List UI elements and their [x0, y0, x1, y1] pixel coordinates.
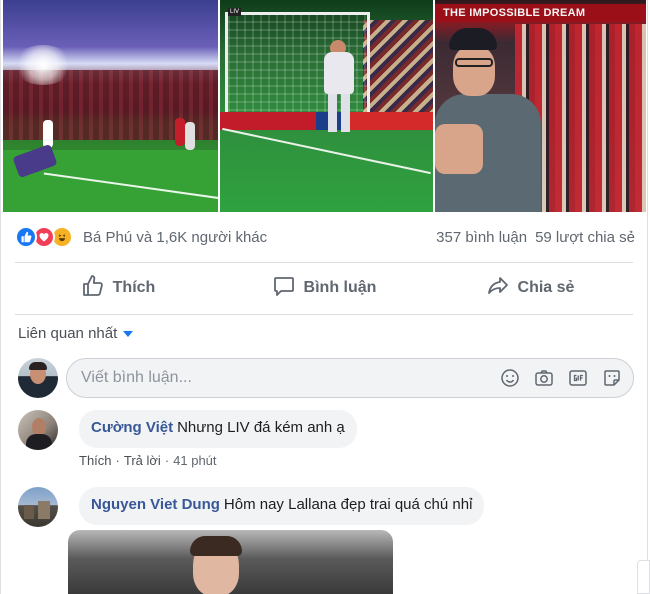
like-icon	[15, 226, 37, 248]
comment-input[interactable]	[81, 369, 499, 387]
stadium-banner: THE IMPOSSIBLE DREAM	[435, 4, 646, 22]
share-count[interactable]: 59 lượt chia sẻ	[535, 229, 635, 246]
post-stats: Bá Phú và 1,6K người khác 357 bình luận …	[15, 222, 635, 252]
comment-composer	[18, 356, 634, 400]
reaction-icons[interactable]	[15, 226, 73, 248]
reactors-text[interactable]: Bá Phú và 1,6K người khác	[83, 229, 267, 246]
photo-strip: LIV THE IMPOSSIBLE DREAM	[3, 0, 646, 212]
comment-author[interactable]: Nguyen Viet Dung	[91, 496, 220, 513]
comment-bubble: Nguyen Viet Dung Hôm nay Lallana đẹp trai…	[79, 487, 485, 525]
separator: ·	[164, 453, 170, 468]
speech-bubble-icon	[272, 274, 296, 303]
comment-button[interactable]: Bình luận	[221, 264, 427, 312]
channel-badge: LIV	[228, 8, 242, 16]
like-label: Thích	[112, 279, 156, 296]
avatar[interactable]	[18, 487, 58, 527]
comment-like-link[interactable]: Thích	[79, 453, 112, 468]
caret-down-icon	[123, 330, 134, 337]
comment-sort-dropdown[interactable]: Liên quan nhất	[18, 325, 134, 342]
comment-author[interactable]: Cường Việt	[91, 419, 173, 436]
comment-input-container	[66, 358, 634, 398]
comment: Nguyen Viet Dung Hôm nay Lallana đẹp trai…	[18, 487, 485, 527]
divider	[15, 314, 633, 315]
divider	[15, 262, 633, 263]
avatar[interactable]	[18, 358, 58, 398]
comment-attached-image[interactable]	[68, 530, 393, 594]
sort-label: Liên quan nhất	[18, 325, 118, 342]
share-label: Chia sẻ	[517, 279, 575, 296]
comment-bubble: Cường Việt Nhưng LIV đá kém anh ạ	[79, 410, 357, 448]
comment-count[interactable]: 357 bình luận	[436, 229, 527, 246]
action-bar: Thích Bình luận Chia sẻ	[15, 264, 633, 312]
sticker-icon[interactable]	[601, 367, 623, 389]
thumbs-up-icon	[81, 274, 105, 303]
stadium-photo[interactable]	[3, 0, 218, 212]
comment-reply-link[interactable]: Trả lời	[124, 453, 161, 468]
comment-text: Nhưng LIV đá kém anh ạ	[177, 419, 345, 436]
comment-text: Hôm nay Lallana đẹp trai quá chú nhỉ	[223, 496, 473, 513]
post-card: LIV THE IMPOSSIBLE DREAM Bá Phú và 1,6K …	[0, 0, 648, 594]
emoji-icon[interactable]	[499, 367, 521, 389]
manager-photo[interactable]: THE IMPOSSIBLE DREAM	[435, 0, 646, 212]
goal-celebration-photo[interactable]: LIV	[220, 0, 433, 212]
chat-tab[interactable]	[637, 560, 650, 594]
camera-icon[interactable]	[533, 367, 555, 389]
separator: ·	[115, 453, 120, 468]
gif-icon[interactable]	[567, 367, 589, 389]
share-button[interactable]: Chia sẻ	[427, 264, 633, 312]
comment: Cường Việt Nhưng LIV đá kém anh ạ	[18, 410, 357, 450]
comment-label: Bình luận	[303, 279, 377, 296]
avatar[interactable]	[18, 410, 58, 450]
share-arrow-icon	[486, 274, 510, 303]
comment-meta: Thích · Trả lời · 41 phút	[79, 453, 217, 468]
like-button[interactable]: Thích	[15, 264, 221, 312]
comment-time[interactable]: 41 phút	[173, 453, 216, 468]
